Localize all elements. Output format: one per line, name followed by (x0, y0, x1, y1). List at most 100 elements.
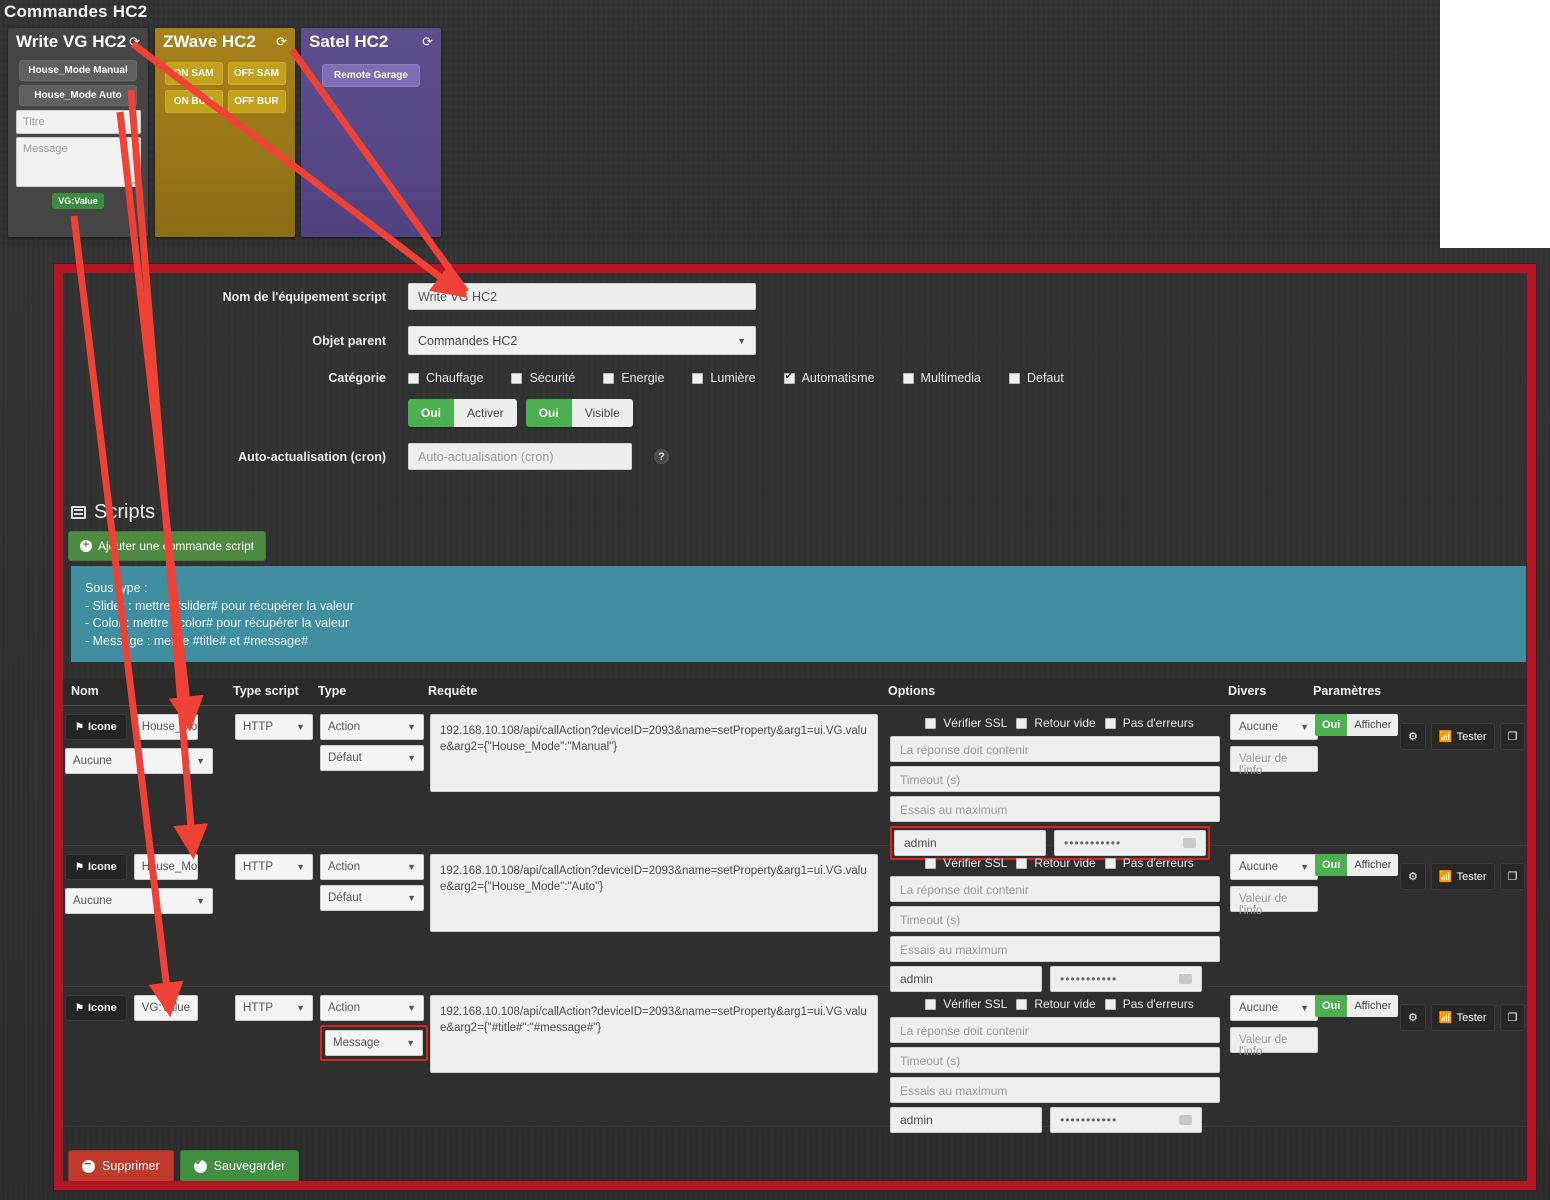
refresh-icon[interactable]: ⟳ (422, 34, 433, 50)
max-retries-input[interactable]: Essais au maximum (890, 936, 1220, 962)
parent-select[interactable]: Commandes HC2 ▼ (408, 326, 756, 355)
test-button[interactable]: 📶 Tester (1430, 1004, 1495, 1031)
toggle-on-label[interactable]: Oui (1315, 714, 1348, 736)
subtype-select[interactable]: Défaut ▼ (320, 745, 424, 771)
divers-select[interactable]: Aucune ▼ (1230, 995, 1318, 1021)
off-sam-button[interactable]: OFF SAM (227, 62, 286, 85)
command-name-input[interactable]: VG:Value (133, 995, 198, 1021)
toggle-on-label[interactable]: Oui (408, 399, 454, 427)
type-script-select[interactable]: HTTP ▼ (235, 854, 313, 880)
category-multimedia[interactable]: Multimedia (902, 371, 981, 385)
icone-button[interactable]: ⚑ Icone (65, 714, 127, 740)
cron-input[interactable]: Auto-actualisation (cron) (408, 443, 632, 470)
checkbox-icon[interactable] (1008, 372, 1020, 384)
checkbox-icon[interactable] (925, 717, 937, 729)
toggle-off-label[interactable]: Afficher (1347, 714, 1399, 736)
icon-select[interactable]: Aucune ▼ (65, 888, 213, 914)
request-textarea[interactable]: 192.168.10.108/api/callAction?deviceID=2… (430, 714, 878, 792)
help-icon[interactable]: ? (654, 449, 669, 464)
house-mode-auto-button[interactable]: House_Mode Auto (19, 85, 137, 106)
checkbox-icon[interactable] (1016, 998, 1028, 1010)
response-contains-input[interactable]: La réponse doit contenir (890, 876, 1220, 902)
duplicate-button[interactable]: ❐ (1499, 863, 1526, 890)
request-textarea[interactable]: 192.168.10.108/api/callAction?deviceID=2… (430, 995, 878, 1073)
max-retries-input[interactable]: Essais au maximum (890, 796, 1220, 822)
name-input[interactable]: Write VG HC2 (408, 283, 756, 310)
type-select[interactable]: Action ▼ (320, 714, 424, 740)
toggle-off-label[interactable]: Visible (571, 399, 633, 427)
subtype-select[interactable]: Message ▼ (325, 1030, 423, 1056)
message-textarea[interactable]: Message (16, 137, 141, 187)
delete-button[interactable]: Supprimer (68, 1150, 174, 1181)
type-script-select[interactable]: HTTP ▼ (235, 995, 313, 1021)
duplicate-button[interactable]: ❐ (1499, 1004, 1526, 1031)
type-script-select[interactable]: HTTP ▼ (235, 714, 313, 740)
toggle-visible[interactable]: Oui Visible (525, 399, 633, 427)
password-input[interactable]: ••••••••••• (1050, 1107, 1202, 1133)
widget-write-vg-hc2[interactable]: Write VG HC2 ⟳ House_Mode Manual House_M… (8, 28, 148, 237)
command-name-input[interactable]: House_Mo (133, 714, 198, 740)
widget-zwave-hc2[interactable]: ZWave HC2 ⟳ ON SAM OFF SAM ON BUR OFF BU… (155, 28, 295, 237)
checkbox-icon[interactable] (408, 372, 419, 384)
icone-button[interactable]: ⚑ Icone (65, 995, 127, 1021)
category-automatisme[interactable]: Automatisme (783, 371, 875, 385)
request-textarea[interactable]: 192.168.10.108/api/callAction?deviceID=2… (430, 854, 878, 932)
checkbox-icon[interactable] (925, 857, 937, 869)
username-input[interactable]: admin (890, 1107, 1042, 1133)
response-contains-input[interactable]: La réponse doit contenir (890, 736, 1220, 762)
test-button[interactable]: 📶 Tester (1430, 863, 1495, 890)
toggle-on-label[interactable]: Oui (1315, 995, 1348, 1017)
max-retries-input[interactable]: Essais au maximum (890, 1077, 1220, 1103)
off-bur-button[interactable]: OFF BUR (227, 90, 286, 113)
icone-button[interactable]: ⚑ Icone (65, 854, 127, 880)
reveal-password-icon[interactable] (1179, 974, 1192, 984)
afficher-toggle[interactable]: Oui Afficher (1315, 854, 1399, 876)
on-bur-button[interactable]: ON BUR (164, 90, 223, 113)
on-sam-button[interactable]: ON SAM (164, 62, 223, 85)
info-value-input[interactable]: Valeur de l'info (1230, 746, 1318, 777)
type-select[interactable]: Action ▼ (320, 995, 424, 1021)
info-value-input[interactable]: Valeur de l'info (1230, 1027, 1318, 1058)
checkbox-icon[interactable] (1104, 998, 1116, 1010)
checkbox-icon[interactable] (1016, 717, 1028, 729)
checkbox-icon[interactable] (1104, 857, 1116, 869)
checkbox-icon[interactable] (902, 372, 914, 384)
house-mode-manual-button[interactable]: House_Mode Manual (19, 60, 137, 81)
toggle-on-label[interactable]: Oui (525, 399, 572, 427)
titre-input[interactable]: Titre (16, 110, 141, 134)
afficher-toggle[interactable]: Oui Afficher (1315, 714, 1399, 736)
timeout-input[interactable]: Timeout (s) (890, 906, 1220, 932)
divers-select[interactable]: Aucune ▼ (1230, 854, 1318, 880)
timeout-input[interactable]: Timeout (s) (890, 766, 1220, 792)
timeout-input[interactable]: Timeout (s) (890, 1047, 1220, 1073)
toggle-off-label[interactable]: Afficher (1347, 854, 1399, 876)
category-defaut[interactable]: Defaut (1008, 371, 1064, 385)
icon-select[interactable]: Aucune ▼ (65, 748, 213, 774)
subtype-select[interactable]: Défaut ▼ (320, 885, 424, 911)
remote-garage-button[interactable]: Remote Garage (322, 64, 420, 87)
reveal-password-icon[interactable] (1179, 1115, 1192, 1125)
configure-button[interactable]: ⚙ (1400, 1004, 1426, 1031)
command-name-input[interactable]: House_Mo (133, 854, 198, 880)
toggle-off-label[interactable]: Afficher (1347, 995, 1399, 1017)
save-button[interactable]: Sauvegarder (179, 1150, 300, 1181)
response-contains-input[interactable]: La réponse doit contenir (890, 1017, 1220, 1043)
duplicate-button[interactable]: ❐ (1499, 723, 1526, 750)
divers-select[interactable]: Aucune ▼ (1230, 714, 1318, 740)
checkbox-icon[interactable] (1016, 857, 1028, 869)
test-button[interactable]: 📶 Tester (1430, 723, 1495, 750)
category-lumiere[interactable]: Lumière (692, 371, 756, 385)
category-chauffage[interactable]: Chauffage (408, 371, 483, 385)
type-select[interactable]: Action ▼ (320, 854, 424, 880)
checkbox-icon[interactable] (1104, 717, 1116, 729)
toggle-on-label[interactable]: Oui (1315, 854, 1348, 876)
info-value-input[interactable]: Valeur de l'info (1230, 886, 1318, 917)
configure-button[interactable]: ⚙ (1400, 863, 1426, 890)
add-script-command-button[interactable]: + Ajouter une commande script (68, 531, 267, 561)
checkbox-icon[interactable] (603, 372, 615, 384)
category-energie[interactable]: Energie (603, 371, 664, 385)
checkbox-icon[interactable] (511, 372, 523, 384)
checkbox-checked-icon[interactable] (783, 371, 795, 384)
refresh-icon[interactable]: ⟳ (276, 34, 287, 50)
toggle-activer[interactable]: Oui Activer (408, 399, 517, 427)
